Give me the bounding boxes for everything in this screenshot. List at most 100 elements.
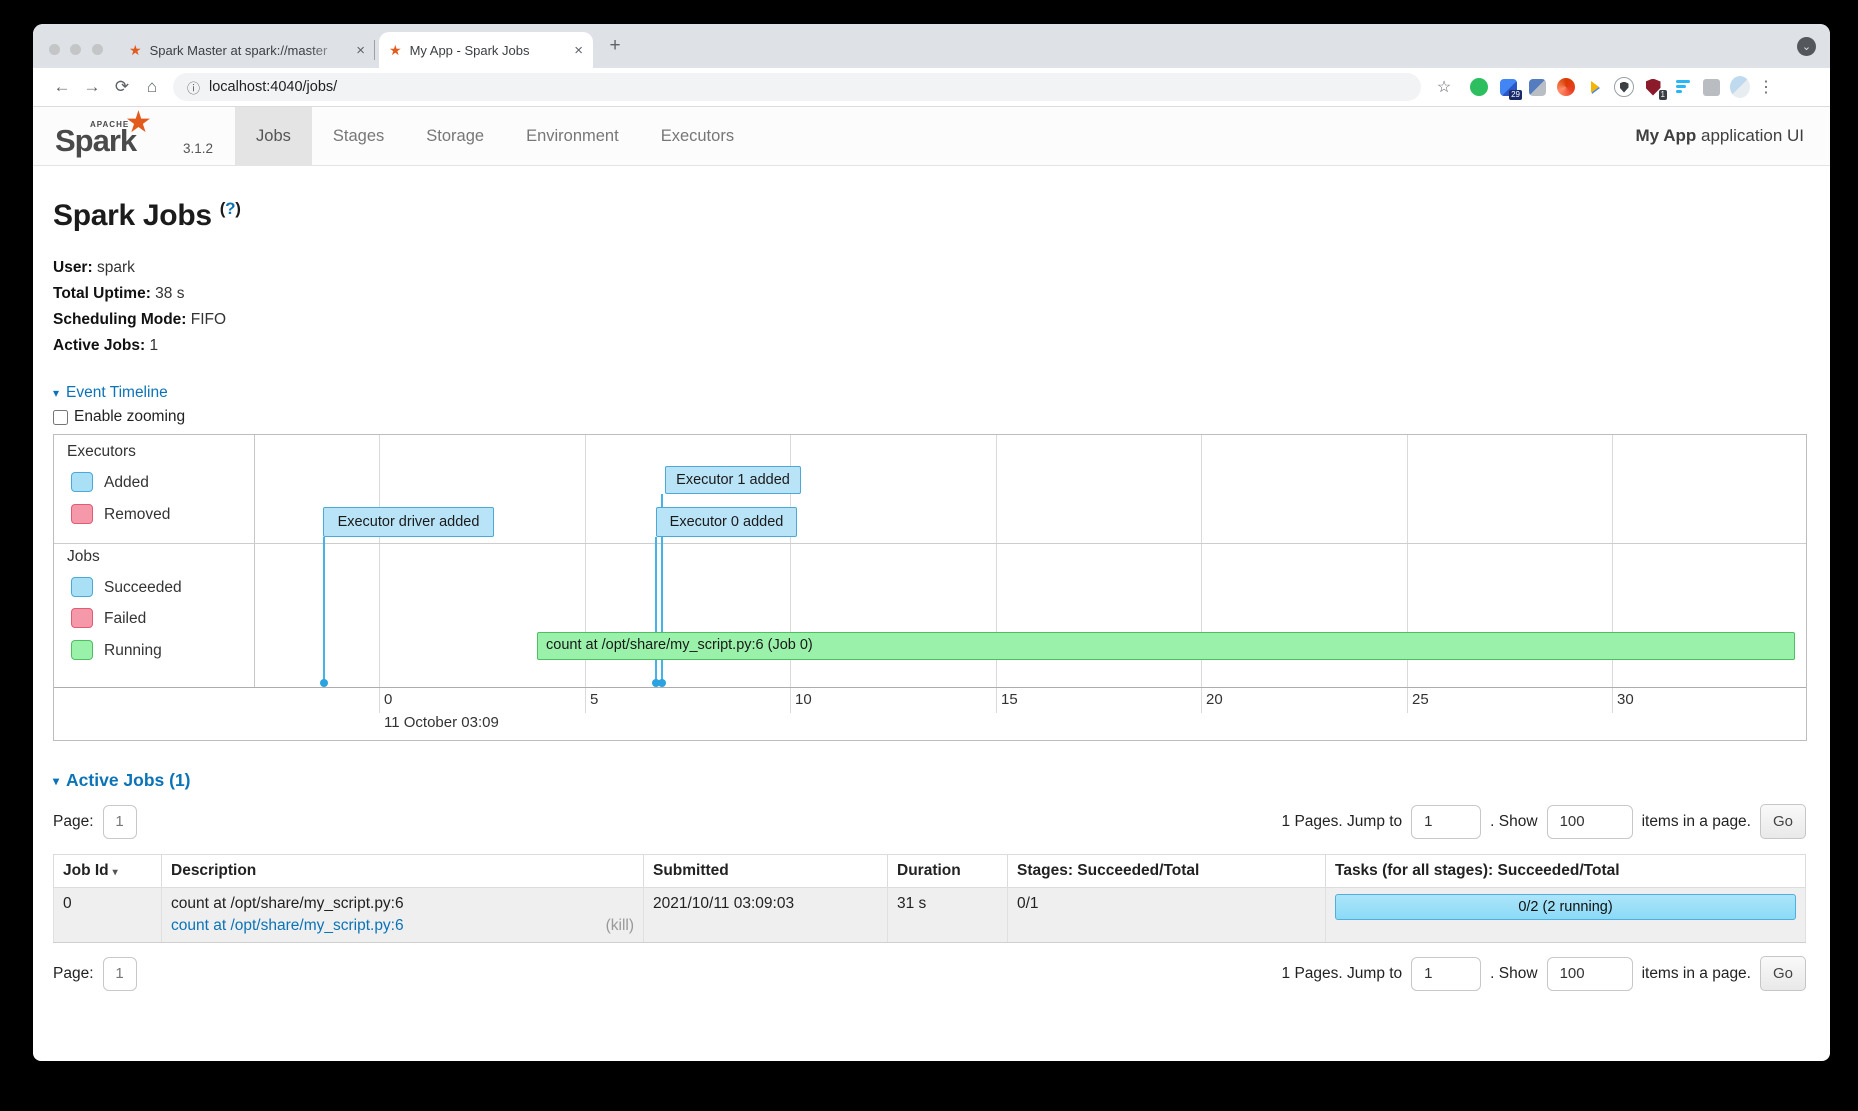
axis-tick: 25 — [1412, 691, 1429, 708]
tab-search-button[interactable]: ⌄ — [1797, 37, 1816, 56]
address-bar[interactable]: ⓘ localhost:4040/jobs/ — [173, 73, 1421, 101]
info-value: 38 s — [151, 285, 185, 302]
info-value: 1 — [145, 337, 158, 354]
legend-label-succeeded: Succeeded — [104, 579, 182, 597]
office-glyph — [1557, 78, 1575, 96]
evernote-extension-icon[interactable] — [1469, 77, 1489, 97]
nav-item-executors[interactable]: Executors — [640, 107, 755, 165]
jump-to-input[interactable] — [1411, 805, 1481, 839]
header-tasks[interactable]: Tasks (for all stages): Succeeded/Total — [1326, 855, 1806, 888]
browser-menu-icon[interactable]: ⋮ — [1758, 77, 1774, 97]
description-link[interactable]: count at /opt/share/my_script.py:6 — [171, 917, 404, 935]
home-icon[interactable]: ⌂ — [137, 77, 167, 97]
enable-zooming-checkbox[interactable] — [53, 410, 68, 425]
nav-item-stages[interactable]: Stages — [312, 107, 405, 165]
evernote-glyph — [1470, 78, 1488, 96]
nav-item-storage[interactable]: Storage — [405, 107, 505, 165]
forward-icon[interactable]: → — [77, 77, 107, 97]
new-tab-button[interactable]: + — [603, 34, 627, 58]
back-icon[interactable]: ← — [47, 77, 77, 97]
show-count-input[interactable] — [1547, 805, 1633, 839]
nav-item-environment[interactable]: Environment — [505, 107, 640, 165]
blue-extension-icon[interactable]: 29 — [1498, 77, 1518, 97]
spark-favicon-icon: ★ — [389, 42, 402, 59]
legend-swatch-added — [71, 472, 93, 492]
timeline-item-job-0-running[interactable]: count at /opt/share/my_script.py:6 (Job … — [537, 632, 1795, 660]
cell-duration: 31 s — [888, 888, 1008, 943]
go-button[interactable]: Go — [1760, 956, 1806, 991]
window-zoom-button[interactable] — [92, 44, 103, 55]
items-text: items in a page. — [1642, 965, 1751, 983]
event-timeline-label: Event Timeline — [66, 384, 168, 402]
window-minimize-button[interactable] — [70, 44, 81, 55]
header-duration[interactable]: Duration — [888, 855, 1008, 888]
office-extension-icon[interactable] — [1556, 77, 1576, 97]
header-description[interactable]: Description — [162, 855, 644, 888]
axis-tick: 0 — [384, 691, 392, 708]
event-timeline-toggle[interactable]: ▾ Event Timeline — [53, 384, 1806, 402]
page-number-input[interactable] — [103, 957, 137, 991]
time-axis-line — [54, 687, 1806, 688]
show-count-input[interactable] — [1547, 957, 1633, 991]
gridline — [585, 435, 586, 713]
timeline-event-line — [323, 537, 325, 683]
table-header-row: Job Id▾ Description Submitted Duration S… — [54, 855, 1806, 888]
page-title: Spark Jobs (?) — [53, 199, 1806, 233]
page-title-text: Spark Jobs — [53, 199, 212, 232]
spark-logo[interactable]: APACHE ★ Spark — [47, 107, 175, 165]
red-shield-extension-icon[interactable]: 1 — [1643, 77, 1663, 97]
puzzle-extension-icon[interactable] — [1701, 77, 1721, 97]
shield-circle-glyph — [1614, 77, 1634, 97]
arrow-glyph — [1591, 81, 1599, 93]
tab-strip: ★ Spark Master at spark://master × ★ My … — [33, 24, 1830, 68]
browser-tab-my-app[interactable]: ★ My App - Spark Jobs × — [379, 32, 593, 68]
app-title-rest: application UI — [1696, 126, 1804, 145]
table-row: 0 count at /opt/share/my_script.py:6 cou… — [54, 888, 1806, 943]
page-number-input[interactable] — [103, 805, 137, 839]
legend-group-executors: Executors — [67, 443, 136, 461]
browser-tab-spark-master[interactable]: ★ Spark Master at spark://master × — [119, 32, 375, 68]
timeline-item-executor-0-added[interactable]: Executor 0 added — [656, 507, 797, 537]
shield-circle-extension-icon[interactable] — [1614, 77, 1634, 97]
bookmark-star-icon[interactable]: ☆ — [1431, 77, 1457, 97]
timeline-event-dot — [320, 679, 328, 687]
tasks-progress-bar: 0/2 (2 running) — [1335, 894, 1796, 920]
active-jobs-table: Job Id▾ Description Submitted Duration S… — [53, 854, 1806, 943]
info-user: User: spark — [53, 255, 1806, 281]
tab-close-icon[interactable]: × — [356, 42, 365, 59]
active-jobs-link[interactable]: Active Jobs: — [53, 337, 145, 354]
go-button[interactable]: Go — [1760, 804, 1806, 839]
show-text: . Show — [1490, 813, 1537, 831]
description-text: count at /opt/share/my_script.py:6 — [171, 895, 634, 913]
axis-date-label: 11 October 03:09 — [384, 714, 499, 731]
cell-job-id: 0 — [54, 888, 162, 943]
row-separator — [54, 543, 1806, 544]
window-close-button[interactable] — [49, 44, 60, 55]
kill-link[interactable]: (kill) — [606, 917, 634, 935]
site-info-icon[interactable]: ⓘ — [187, 78, 200, 97]
jump-to-input[interactable] — [1411, 957, 1481, 991]
tab-close-icon[interactable]: × — [574, 42, 583, 59]
cell-tasks: 0/2 (2 running) — [1326, 888, 1806, 943]
filter-extension-icon[interactable] — [1672, 77, 1692, 97]
axis-tick: 20 — [1206, 691, 1223, 708]
profile-avatar[interactable] — [1730, 77, 1750, 97]
info-active-jobs: Active Jobs: 1 — [53, 333, 1806, 359]
active-jobs-toggle[interactable]: ▾ Active Jobs (1) — [53, 770, 1806, 791]
header-job-id[interactable]: Job Id▾ — [54, 855, 162, 888]
timeline-item-executor-1-added[interactable]: Executor 1 added — [665, 466, 801, 494]
nav-item-jobs[interactable]: Jobs — [235, 107, 312, 165]
timeline-event-line — [655, 537, 657, 683]
axis-tick: 10 — [795, 691, 812, 708]
reload-icon[interactable]: ⟳ — [107, 77, 137, 97]
header-submitted[interactable]: Submitted — [644, 855, 888, 888]
header-stages[interactable]: Stages: Succeeded/Total — [1008, 855, 1326, 888]
cell-submitted: 2021/10/11 03:09:03 — [644, 888, 888, 943]
url-text[interactable]: localhost:4040/jobs/ — [209, 79, 337, 95]
translate-extension-icon[interactable] — [1527, 77, 1547, 97]
help-link[interactable]: ? — [225, 199, 235, 218]
timeline-item-executor-driver-added[interactable]: Executor driver added — [323, 507, 494, 537]
gridline — [996, 435, 997, 713]
arrow-extension-icon[interactable] — [1585, 77, 1605, 97]
browser-window: ★ Spark Master at spark://master × ★ My … — [33, 24, 1830, 1061]
